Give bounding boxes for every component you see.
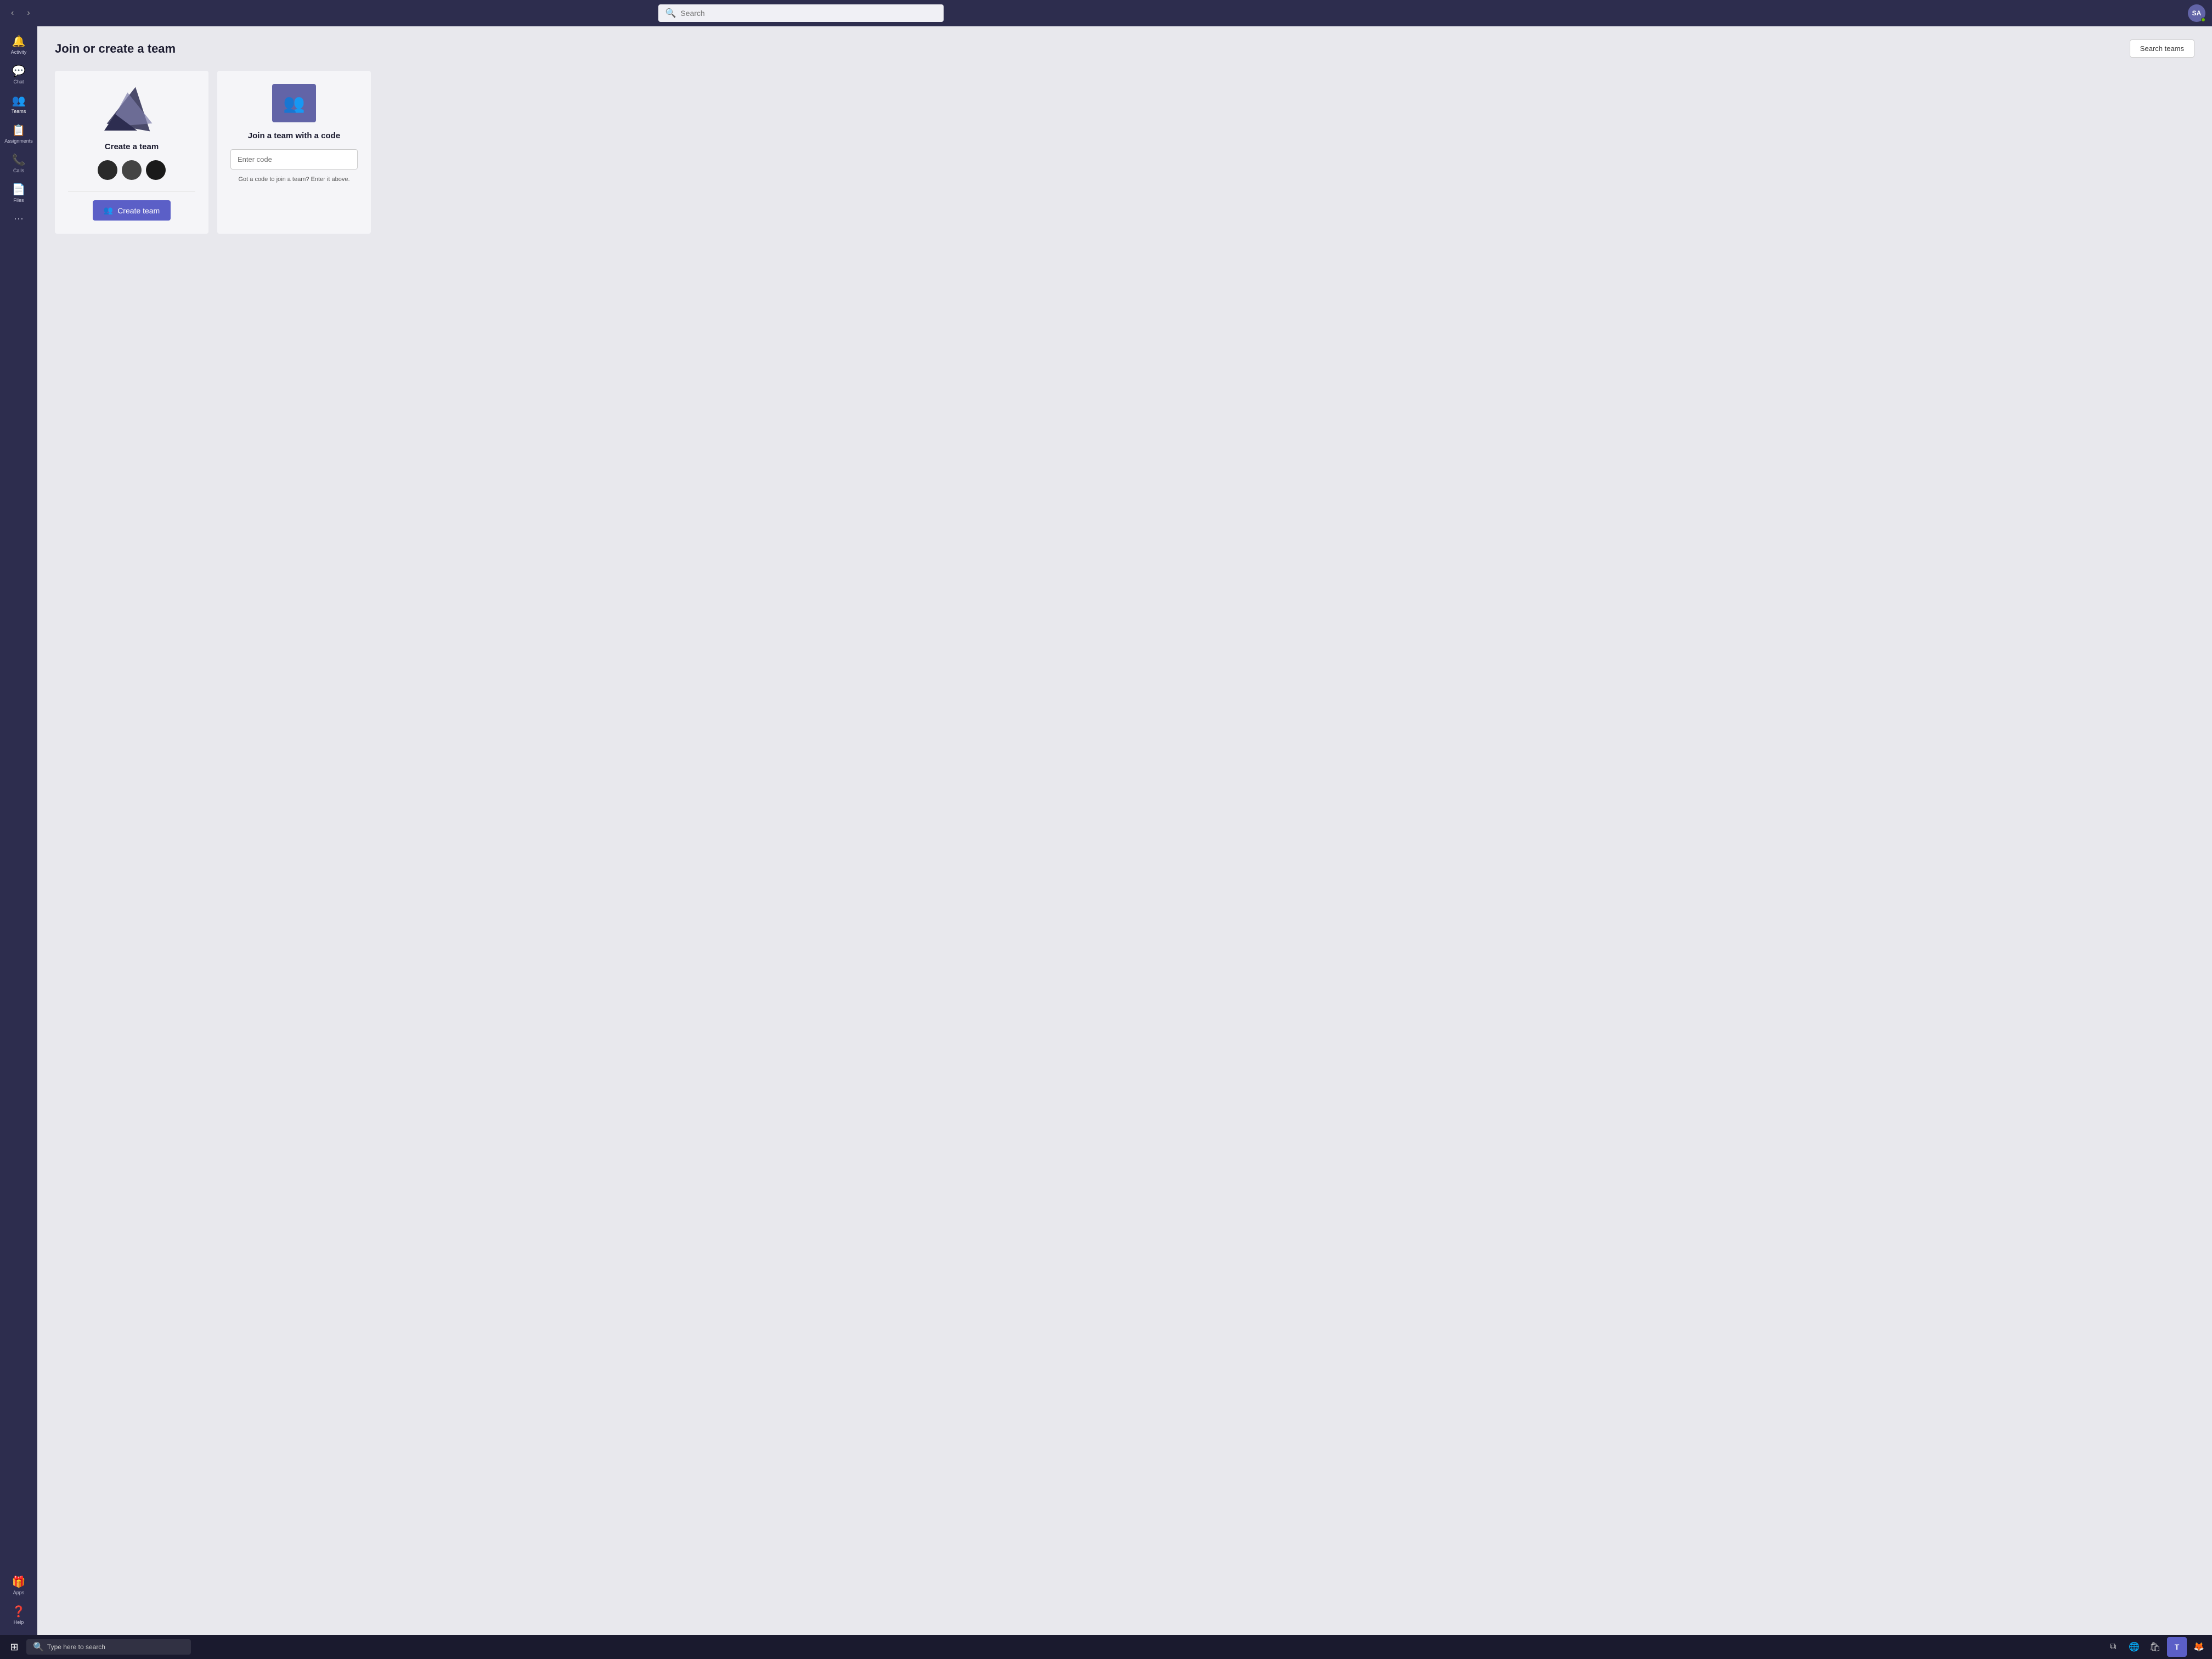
teams-people-icon: 👥 (283, 93, 305, 114)
search-teams-button[interactable]: Search teams (2130, 40, 2194, 58)
join-code-input[interactable] (230, 149, 358, 170)
create-team-button[interactable]: 👥 Create team (93, 200, 171, 221)
sidebar-item-files[interactable]: 📄 Files (0, 180, 37, 207)
taskbar-edge[interactable]: 🌐 (2125, 1638, 2143, 1656)
page-header: Join or create a team Search teams (55, 40, 2194, 58)
sidebar-label-assignments: Assignments (4, 138, 33, 144)
windows-icon: ⊞ (10, 1641, 18, 1653)
create-team-btn-label: Create team (117, 206, 160, 215)
person-avatar-2 (122, 160, 142, 180)
sidebar-item-help[interactable]: ❓ Help (0, 1602, 37, 1629)
search-bar[interactable]: 🔍 (658, 4, 944, 22)
sidebar-label-help: Help (14, 1620, 24, 1625)
taskbar: ⊞ 🔍 Type here to search ⧉ 🌐 🛍 T 🦊 (0, 1635, 2212, 1659)
cards-row: Create a team 👥 Create team 👥 Join a tea… (55, 71, 2194, 234)
taskbar-search[interactable]: 🔍 Type here to search (26, 1639, 191, 1655)
taskbar-store[interactable]: 🛍 (2146, 1638, 2164, 1656)
content-area: Join or create a team Search teams Creat… (37, 26, 2212, 1635)
main-layout: 🔔 Activity 💬 Chat 👥 Teams 📋 Assignments … (0, 26, 2212, 1635)
sidebar-label-teams: Teams (12, 109, 26, 114)
sidebar-item-activity[interactable]: 🔔 Activity (0, 32, 37, 59)
edge-icon: 🌐 (2129, 1641, 2140, 1652)
help-icon: ❓ (12, 1606, 26, 1617)
sidebar-item-teams[interactable]: 👥 Teams (0, 91, 37, 119)
create-team-title: Create a team (105, 142, 159, 151)
calls-icon: 📞 (12, 155, 26, 166)
online-badge (2201, 18, 2205, 22)
taskbar-task-view[interactable]: ⧉ (2104, 1638, 2122, 1656)
search-icon: 🔍 (665, 8, 676, 19)
teams-icon: 👥 (12, 95, 26, 106)
sidebar-item-chat[interactable]: 💬 Chat (0, 61, 37, 89)
people-avatars (98, 160, 166, 180)
join-team-title: Join a team with a code (248, 131, 340, 140)
page-title: Join or create a team (55, 42, 176, 56)
chat-icon: 💬 (12, 66, 26, 77)
sidebar-item-assignments[interactable]: 📋 Assignments (0, 121, 37, 148)
sidebar-label-calls: Calls (13, 168, 24, 173)
title-bar: ‹ › 🔍 SA (0, 0, 2212, 26)
files-icon: 📄 (12, 184, 26, 195)
store-icon: 🛍 (2149, 1641, 2160, 1652)
taskbar-teams-label: T (2175, 1643, 2180, 1651)
nav-back-button[interactable]: ‹ (7, 6, 18, 20)
create-team-btn-icon: 👥 (104, 206, 113, 215)
apps-icon: 🎁 (12, 1577, 26, 1588)
sidebar-item-apps[interactable]: 🎁 Apps (0, 1572, 37, 1600)
person-avatar-1 (98, 160, 117, 180)
create-team-image (99, 84, 165, 133)
assignments-icon: 📋 (12, 125, 26, 136)
sidebar-label-files: Files (13, 198, 24, 203)
sidebar-item-calls[interactable]: 📞 Calls (0, 150, 37, 178)
taskbar-teams[interactable]: T (2167, 1637, 2187, 1657)
avatar-initials: SA (2192, 9, 2202, 17)
nav-forward-button[interactable]: › (22, 6, 34, 20)
create-team-card: Create a team 👥 Create team (55, 71, 208, 234)
sidebar: 🔔 Activity 💬 Chat 👥 Teams 📋 Assignments … (0, 26, 37, 1635)
activity-icon: 🔔 (12, 36, 26, 47)
taskbar-icons: ⧉ 🌐 🛍 T 🦊 (2104, 1637, 2208, 1657)
more-button[interactable]: ··· (9, 208, 28, 229)
start-button[interactable]: ⊞ (4, 1637, 24, 1657)
person-avatar-3 (146, 160, 166, 180)
taskbar-search-text: Type here to search (47, 1643, 105, 1651)
join-code-hint: Got a code to join a team? Enter it abov… (238, 176, 349, 183)
join-team-card: 👥 Join a team with a code Got a code to … (217, 71, 371, 234)
join-team-icon-wrapper: 👥 (272, 84, 316, 122)
task-view-icon: ⧉ (2110, 1642, 2116, 1652)
avatar[interactable]: SA (2188, 4, 2205, 22)
taskbar-search-icon: 🔍 (33, 1641, 44, 1652)
sidebar-label-apps: Apps (13, 1590, 25, 1595)
taskbar-firefox[interactable]: 🦊 (2190, 1638, 2208, 1656)
sidebar-label-chat: Chat (13, 79, 24, 84)
sidebar-label-activity: Activity (11, 49, 27, 55)
firefox-icon: 🦊 (2193, 1641, 2204, 1652)
search-input[interactable] (680, 9, 937, 18)
